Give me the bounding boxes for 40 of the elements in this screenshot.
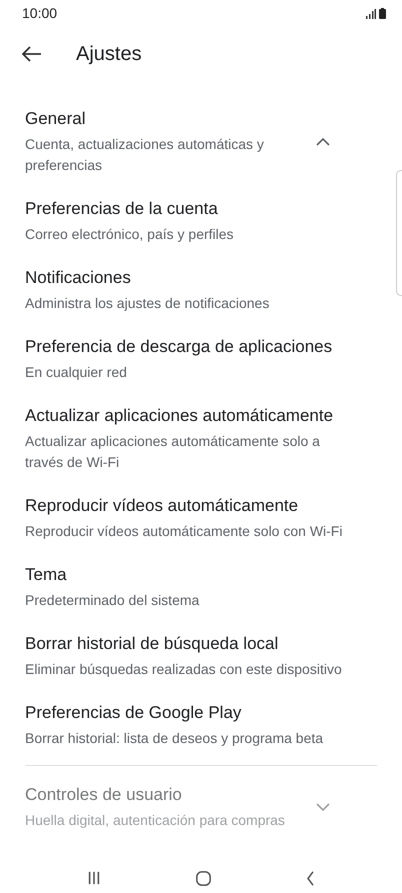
back-chevron-icon [306,870,315,886]
section-subtitle: Huella digital, autenticación para compras [25,811,286,830]
settings-item[interactable]: Actualizar aplicaciones automáticamente Actualizar aplicaciones automáticamente solo a través de Wi-Fi [0,395,402,485]
section-subtitle: Cuenta, actualizaciones automáticas y preferencias [25,135,265,175]
item-title: Tema [25,564,68,586]
item-title: Preferencia de descarga de aplicaciones [25,336,334,358]
item-title: Actualizar aplicaciones automáticamente [25,405,334,427]
page-title: Ajustes [76,42,142,66]
item-title: Reproducir vídeos automáticamente [25,495,300,517]
chevron-down-icon [315,802,331,812]
settings-item[interactable]: Reproducir vídeos automáticamente Reproducir vídeos automáticamente solo con Wi-Fi [0,485,402,554]
item-title: Borrar historial de búsqueda local [25,633,280,655]
signal-icon [366,8,376,18]
item-title: Preferencias de la cuenta [25,198,219,220]
battery-icon [379,8,386,18]
back-arrow-icon [22,46,42,62]
home-icon [196,870,211,886]
item-title: Preferencias de Google Play [25,702,242,724]
settings-item[interactable]: Notificaciones Administra los ajustes de notificaciones [0,257,402,326]
recent-apps-icon [87,871,102,885]
settings-item[interactable]: Tema Predeterminado del sistema [0,554,402,623]
item-subtitle: Predeterminado del sistema [25,591,200,610]
item-subtitle: Reproducir vídeos automáticamente solo con Wi-Fi [25,522,344,541]
chevron-up-icon [315,136,331,146]
item-title: Notificaciones [25,267,132,289]
section-header[interactable]: Controles de usuario Huella digital, autenticación para compras [0,774,402,843]
settings-item[interactable]: Preferencias de Google Play Borrar historial: lista de deseos y programa beta [0,692,402,761]
section-title: General [25,108,86,130]
status-time: 10:00 [22,5,58,21]
settings-item[interactable]: Borrar historial de búsqueda local Eliminar búsquedas realizadas con este dispositivo [0,623,402,692]
item-subtitle: Actualizar aplicaciones automáticamente solo a través de Wi-Fi [25,432,321,472]
item-subtitle: Administra los ajustes de notificaciones [25,294,270,313]
settings-item[interactable]: Preferencias de la cuenta Correo electrónico, país y perfiles [0,188,402,257]
item-subtitle: En cualquier red [25,363,128,382]
settings-item[interactable]: Preferencia de descarga de aplicaciones En cualquier red [0,326,402,395]
item-subtitle: Correo electrónico, país y perfiles [25,225,235,244]
item-subtitle: Eliminar búsquedas realizadas con este dispositivo [25,660,343,679]
section-header[interactable]: General Cuenta, actualizaciones automáticas y preferencias [0,98,402,188]
item-subtitle: Borrar historial: lista de deseos y programa beta [25,729,324,748]
section-title: Controles de usuario [25,784,183,806]
